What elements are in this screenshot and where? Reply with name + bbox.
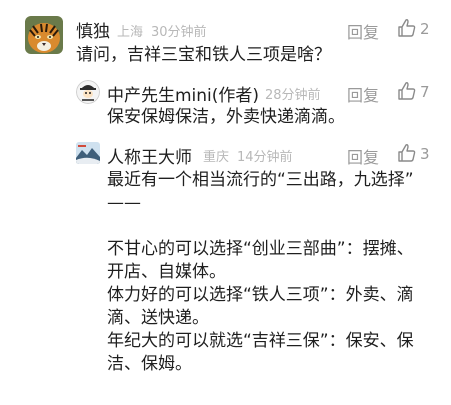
comment-line: 洁、保姆。 xyxy=(107,354,192,374)
location: 上海 xyxy=(117,25,144,40)
comment-1: 慎独 上海 30分钟前 回复 2 请问，吉祥三宝和铁人三项是啥？ xyxy=(0,0,451,70)
thumbs-up-icon[interactable] xyxy=(397,18,417,38)
comment-2: 中产先生mini(作者) 28分钟前 回复 7 保安保姆保洁，外卖快递滴滴。 xyxy=(0,70,451,132)
comment-line xyxy=(107,215,414,238)
comment-line: 最近有一个相当流行的“三出路，九选择” xyxy=(107,170,414,190)
timestamp: 28分钟前 xyxy=(265,88,321,103)
comment-text: 保安保姆保洁，外卖快递滴滴。 xyxy=(107,107,345,127)
cartoon-face-avatar-icon[interactable] xyxy=(76,80,100,104)
timestamp: 30分钟前 xyxy=(151,25,207,40)
landscape-avatar-icon[interactable] xyxy=(76,142,100,164)
thumbs-up-icon[interactable] xyxy=(397,81,417,101)
author-name[interactable]: 中产先生mini(作者) xyxy=(107,81,259,106)
comment-line: 开店、自媒体。 xyxy=(107,262,226,282)
like-count: 3 xyxy=(420,145,430,163)
reply-button[interactable]: 回复 xyxy=(347,19,379,43)
reply-button[interactable]: 回复 xyxy=(347,82,379,106)
comment-line: —— xyxy=(107,193,141,213)
comment-line: 滴、送快递。 xyxy=(107,308,209,328)
like-count: 7 xyxy=(420,83,430,101)
comment-text: 请问，吉祥三宝和铁人三项是啥？ xyxy=(76,45,331,65)
author-name[interactable]: 慎独 xyxy=(76,17,110,42)
tiger-avatar-icon[interactable] xyxy=(25,16,63,54)
comment-3: 人称王大师 重庆 14分钟前 回复 3 最近有一个相当流行的“三出路，九选择” … xyxy=(0,132,451,405)
comment-line: 体力好的可以选择“铁人三项”：外卖、滴 xyxy=(107,285,414,305)
comment-line: 年纪大的可以就选“吉祥三保”：保安、保 xyxy=(107,331,414,351)
author-name[interactable]: 人称王大师 xyxy=(107,143,192,168)
location: 重庆 xyxy=(203,150,230,165)
thumbs-up-icon[interactable] xyxy=(397,143,417,163)
reply-button[interactable]: 回复 xyxy=(347,144,379,168)
comment-line: 不甘心的可以选择“创业三部曲”：摆摊、 xyxy=(107,239,414,259)
comment-text-block: 最近有一个相当流行的“三出路，九选择” —— 不甘心的可以选择“创业三部曲”：摆… xyxy=(107,169,414,376)
like-count: 2 xyxy=(420,20,430,38)
timestamp: 14分钟前 xyxy=(237,150,293,165)
